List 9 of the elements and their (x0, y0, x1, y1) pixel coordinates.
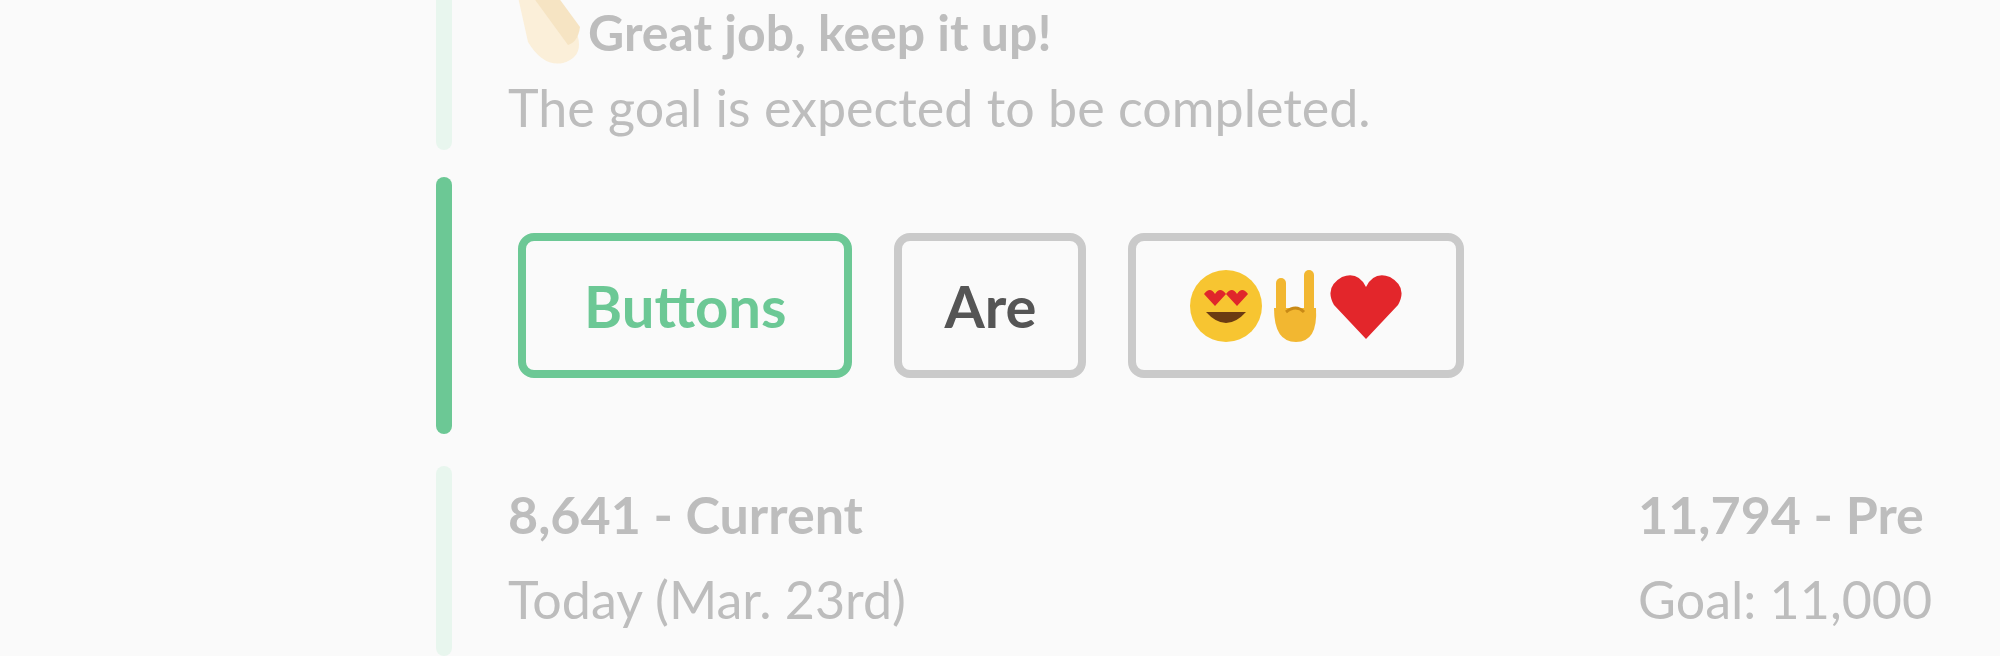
emoji-button[interactable] (1128, 233, 1465, 379)
heart-eyes-face-icon (1188, 267, 1265, 344)
stat-value: 8,641 - Current (508, 482, 864, 548)
stat-caption: Today (Mar. 23rd) (508, 567, 907, 633)
stat-value: 11,794 - Pre (1638, 482, 1925, 548)
stat-caption: Goal: 11,000 (1638, 567, 1933, 633)
option-button[interactable]: Are (894, 233, 1087, 379)
summary-title: Great job, keep it up! (588, 0, 1052, 64)
summary-message: The goal is expected to be completed. (508, 75, 1371, 140)
